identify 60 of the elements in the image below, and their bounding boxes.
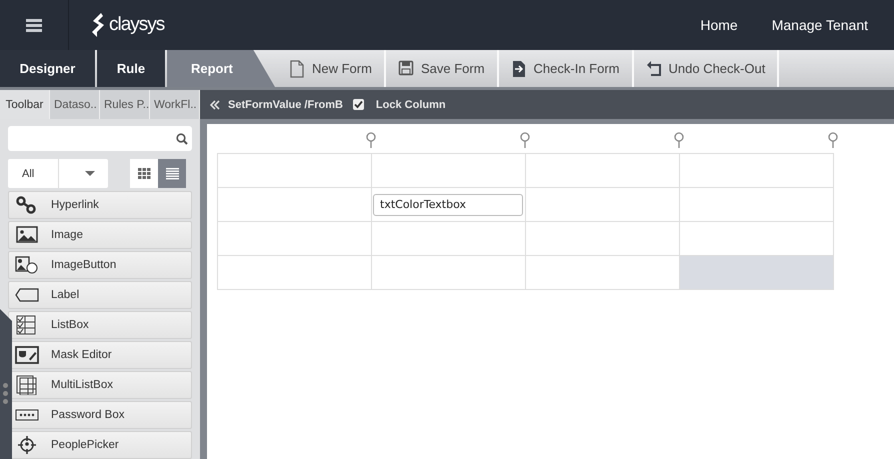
list-icon bbox=[166, 168, 178, 180]
grid-cell[interactable]: txtColorTextbox bbox=[372, 188, 526, 222]
mode-tab[interactable]: Designer bbox=[0, 50, 95, 87]
breadcrumb-text: SetFormValue /FromB bbox=[228, 98, 343, 110]
search-field[interactable] bbox=[8, 126, 192, 151]
grid-cell[interactable] bbox=[218, 256, 372, 290]
panel-tab[interactable]: WorkFl.. bbox=[150, 90, 200, 119]
grid-cell[interactable] bbox=[218, 222, 372, 256]
toolbar-button[interactable]: Check-In Form bbox=[498, 50, 634, 87]
panel-tab[interactable]: Rules P.. bbox=[100, 90, 150, 119]
column-handle-icon[interactable] bbox=[674, 132, 684, 148]
grid-cell[interactable] bbox=[372, 154, 526, 188]
panel-handle[interactable] bbox=[0, 309, 12, 459]
control-item[interactable]: Label bbox=[8, 281, 192, 309]
grid-icon bbox=[138, 168, 150, 180]
search-icon bbox=[176, 132, 188, 144]
grid-cell[interactable] bbox=[680, 188, 834, 222]
grid-cell[interactable] bbox=[372, 256, 526, 290]
grid-cell[interactable] bbox=[526, 188, 680, 222]
grid-cell[interactable] bbox=[526, 154, 680, 188]
grid-cell[interactable] bbox=[526, 222, 680, 256]
undo-icon bbox=[646, 60, 662, 78]
filter-dropdown[interactable]: All bbox=[8, 159, 108, 188]
drag-dots-icon[interactable] bbox=[3, 383, 8, 404]
lock-column-label: Lock Column bbox=[376, 98, 446, 110]
check-in-icon bbox=[510, 60, 527, 78]
panel-tab[interactable]: Dataso.. bbox=[50, 90, 100, 119]
logo-text: claysys bbox=[109, 14, 164, 36]
control-item[interactable]: ImageButton bbox=[8, 251, 192, 279]
grid-cell[interactable] bbox=[680, 256, 834, 290]
image-button-icon bbox=[15, 255, 39, 275]
mode-tab[interactable]: Rule bbox=[97, 50, 165, 87]
grid-cell[interactable] bbox=[372, 222, 526, 256]
panel-tab[interactable]: Toolbar bbox=[0, 90, 50, 119]
grid-cell[interactable] bbox=[218, 154, 372, 188]
nav-link[interactable]: Manage Tenant bbox=[772, 17, 868, 33]
menu-icon[interactable] bbox=[26, 18, 42, 32]
toolbar-button[interactable]: New Form bbox=[277, 50, 386, 87]
multi-list-box-icon bbox=[15, 375, 39, 395]
control-item[interactable]: Image bbox=[8, 221, 192, 249]
text-box[interactable]: txtColorTextbox bbox=[373, 194, 523, 216]
control-item[interactable]: ListBox bbox=[8, 311, 192, 339]
grid-cell[interactable] bbox=[680, 154, 834, 188]
lock-column-checkbox[interactable] bbox=[352, 99, 364, 110]
column-handle-icon[interactable] bbox=[520, 132, 530, 148]
collapse-icon[interactable] bbox=[210, 100, 220, 110]
mode-tab[interactable]: Report bbox=[167, 50, 275, 87]
document-icon bbox=[289, 60, 305, 78]
mask-editor-icon bbox=[15, 345, 39, 365]
column-handle-icon[interactable] bbox=[828, 132, 838, 148]
grid-cell[interactable] bbox=[218, 188, 372, 222]
nav-link[interactable]: Home bbox=[700, 17, 738, 33]
control-item[interactable]: Hyperlink bbox=[8, 191, 192, 219]
toolbar-button[interactable]: Save Form bbox=[386, 50, 499, 87]
list-view-button[interactable] bbox=[158, 159, 186, 188]
image-icon bbox=[15, 225, 39, 245]
toolbar-button[interactable]: Undo Check-Out bbox=[634, 50, 780, 87]
save-icon bbox=[398, 60, 414, 78]
column-handle-icon[interactable] bbox=[366, 132, 376, 148]
caret-icon bbox=[85, 171, 96, 176]
